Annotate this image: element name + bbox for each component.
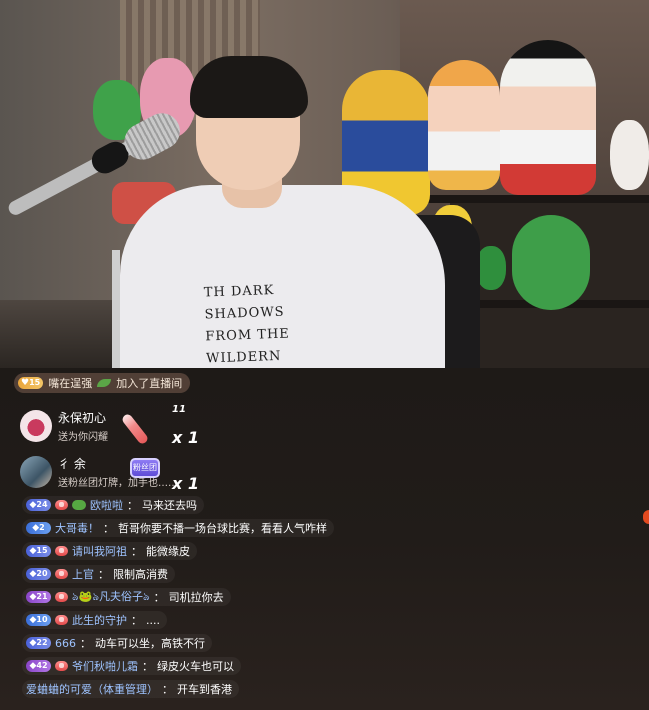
gem-badge-icon	[55, 500, 68, 510]
chat-message: 爱蛐蛐的可爱（体重管理） ： 开车到香港	[22, 680, 239, 698]
level-icon: ◆	[29, 500, 37, 510]
shirt-print-line: TH DARK SHADOWS	[203, 283, 285, 323]
level-icon: ◆	[32, 523, 40, 533]
gift-sender-name[interactable]: 彳 余	[58, 455, 178, 472]
toy-shelf	[400, 195, 649, 203]
colon: ：	[98, 568, 109, 581]
avatar[interactable]	[20, 456, 52, 488]
colon: ：	[131, 614, 142, 627]
colon: ：	[142, 660, 153, 673]
level-icon: ◆	[29, 661, 37, 671]
colon: ：	[131, 545, 142, 558]
colon: ：	[153, 591, 165, 604]
small-frog-figure	[476, 246, 506, 290]
streamer-hair	[190, 56, 308, 118]
chat-message: ◆ 24 欧啦啦 ： 马来还去吗	[22, 496, 204, 514]
gift-action-text: 送粉丝团灯牌，加手也……	[58, 478, 178, 489]
chat-username[interactable]: 爱蛐蛐的可爱（体重管理）	[26, 681, 158, 697]
chat-message: ◆ 15 请叫我阿祖 ： 能微缘皮	[22, 542, 197, 560]
bear-figure	[610, 120, 649, 190]
colon: ：	[103, 522, 114, 535]
chat-username[interactable]: 上官	[72, 566, 94, 582]
chat-username[interactable]: ঌ🐸ঌ凡夫俗子ঌ	[72, 588, 150, 607]
chat-text: 动车可以坐，高铁不行	[95, 637, 205, 650]
fan-badge-gift-icon: 粉丝团	[130, 458, 160, 478]
gem-badge-icon	[55, 592, 68, 602]
chat-username[interactable]: 欧啦啦	[90, 497, 123, 513]
chat-message: ◆ 2 大哥毒！ ： 哲哥你要不播一场台球比赛，看看人气咋样	[22, 519, 334, 537]
large-frog-plush	[512, 215, 590, 310]
chat-text: 开车到香港	[177, 683, 232, 696]
user-level-badge: ◆ 21	[26, 591, 51, 603]
live-chat-panel[interactable]: ♥ 15 嘴在逞强 加入了直播间 永保初心 送为你闪耀 彳 余 送粉丝团灯牌，加手…	[0, 368, 649, 710]
gift-combo-top: 11	[172, 404, 186, 415]
colon: ：	[162, 683, 173, 696]
user-level-badge: ◆ 24	[26, 499, 51, 511]
chat-message: ◆ 10 此生的守护 ： ....	[22, 611, 167, 629]
heart-icon: ♥	[21, 378, 30, 388]
user-level-badge: ◆ 42	[26, 660, 51, 672]
chat-username[interactable]: 此生的守护	[72, 612, 127, 628]
join-username[interactable]: 嘴在逞强	[48, 375, 92, 391]
chat-message: ◆ 42 爷们秋啪儿霜 ： 绿皮火车也可以	[22, 657, 241, 675]
chat-message: ◆ 21 ঌ🐸ঌ凡夫俗子ঌ： 司机拉你去	[22, 588, 231, 606]
girl-figure	[428, 60, 500, 190]
join-text: 加入了直播间	[116, 377, 183, 390]
chat-text: 限制高消费	[113, 568, 168, 581]
chat-username[interactable]: 请叫我阿祖	[72, 543, 127, 559]
user-level-badge: ◆ 10	[26, 614, 51, 626]
gem-badge-icon	[55, 615, 68, 625]
level-icon: ◆	[29, 546, 37, 556]
scroll-indicator[interactable]	[643, 510, 649, 524]
user-level-badge: ◆ 22	[26, 637, 51, 649]
chat-text: 马来还去吗	[142, 499, 197, 512]
chat-username[interactable]: 666	[55, 637, 76, 650]
frog-icon	[72, 500, 86, 510]
gift-combo-count: x 1	[172, 428, 200, 447]
gift-action-text: 送为你闪耀	[58, 432, 108, 443]
fan-level-badge: ♥ 15	[18, 377, 44, 389]
shirt-print-line: FROM THE WILDERN	[205, 326, 291, 367]
avatar[interactable]	[20, 410, 52, 442]
level-icon: ◆	[29, 615, 37, 625]
level-icon: ◆	[29, 592, 37, 602]
chat-text: 哲哥你要不播一场台球比赛，看看人气咋样	[118, 522, 327, 535]
gem-badge-icon	[55, 661, 68, 671]
chat-text: 司机拉你去	[168, 591, 224, 604]
level-icon: ◆	[29, 638, 37, 648]
molly-figure	[500, 40, 596, 195]
gift-sender-name[interactable]: 永保初心	[58, 409, 108, 426]
chat-text: ....	[146, 613, 160, 627]
leaf-icon	[97, 379, 112, 387]
chat-text: 能微缘皮	[146, 545, 190, 558]
chat-username[interactable]: 大哥毒！	[55, 520, 99, 536]
gift-combo-count: x 1	[172, 474, 200, 493]
user-level-badge: ◆ 15	[26, 545, 51, 557]
gem-badge-icon	[55, 546, 68, 556]
chat-message: ◆ 20 上官 ： 限制高消费	[22, 565, 175, 583]
colon: ：	[80, 637, 91, 650]
chat-username[interactable]: 爷们秋啪儿霜	[72, 658, 138, 674]
chat-text: 绿皮火车也可以	[157, 660, 234, 673]
level-icon: ◆	[29, 569, 37, 579]
live-video-stream[interactable]: TH DARK SHADOWS FROM THE WILDERN	[0, 0, 649, 368]
colon: ：	[127, 499, 138, 512]
gem-badge-icon	[55, 569, 68, 579]
shirt-print: TH DARK SHADOWS FROM THE WILDERN	[204, 278, 347, 368]
user-level-badge: ◆ 2	[26, 522, 51, 534]
chat-message: ◆ 22 666 ： 动车可以坐，高铁不行	[22, 634, 212, 652]
join-notification: ♥ 15 嘴在逞强 加入了直播间	[14, 373, 191, 393]
user-level-badge: ◆ 20	[26, 568, 51, 580]
mic-stand	[112, 250, 120, 368]
